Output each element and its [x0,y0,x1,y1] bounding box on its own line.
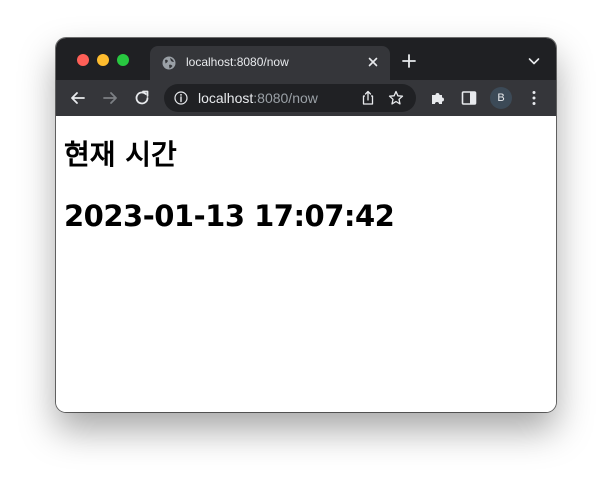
info-icon[interactable] [174,91,188,105]
page-content: 현재 시간 2023-01-13 17:07:42 [56,116,556,412]
url-path: :8080/now [253,90,318,106]
side-panel-icon[interactable] [460,89,478,107]
zoom-window-button[interactable] [117,54,129,66]
current-time: 2023-01-13 17:07:42 [64,199,395,233]
url-text[interactable]: localhost:8080/now [198,90,318,106]
reload-icon[interactable] [133,89,151,107]
back-arrow-icon[interactable] [69,89,87,107]
close-window-button[interactable] [77,54,89,66]
kebab-menu-icon[interactable] [525,89,543,107]
close-icon[interactable] [366,55,380,69]
tab-active[interactable]: localhost:8080/now [150,46,390,80]
address-bar[interactable]: localhost:8080/now [164,84,416,112]
browser-window: localhost:8080/now localhost:8080/now B … [56,38,556,412]
profile-avatar[interactable]: B [490,87,512,109]
tab-title: localhost:8080/now [186,55,289,69]
minimize-window-button[interactable] [97,54,109,66]
browser-toolbar: localhost:8080/now B [56,80,556,116]
url-host: localhost [198,90,254,106]
forward-arrow-icon[interactable] [101,89,119,107]
tab-strip: localhost:8080/now [56,38,556,80]
puzzle-icon[interactable] [429,89,447,107]
star-icon[interactable] [388,90,404,106]
share-icon[interactable] [360,90,376,106]
page-title: 현재 시간 [64,138,177,171]
plus-icon[interactable] [402,54,416,68]
chevron-down-icon[interactable] [528,56,540,66]
globe-icon [162,56,176,70]
